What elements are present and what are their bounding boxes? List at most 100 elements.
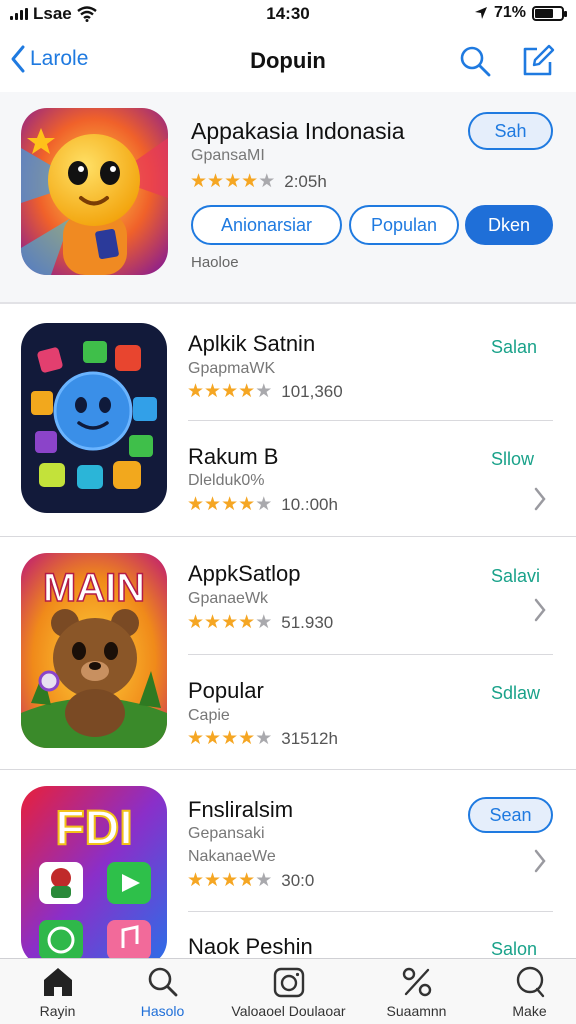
- app-action-link[interactable]: Salavi: [491, 566, 540, 587]
- star-icon: ★: [204, 870, 222, 891]
- battery-percent: 71%: [493, 4, 526, 21]
- app-name: Fnsliralsim: [188, 797, 294, 822]
- star-icon: ★: [224, 171, 242, 192]
- app-icon-aplkik-satnin[interactable]: [21, 323, 167, 513]
- star-icon: ★: [207, 171, 225, 192]
- blue-mascot-icon: [21, 323, 167, 513]
- search-icon: [460, 46, 491, 77]
- app-name: Popular: [188, 678, 264, 703]
- tab-valoaoel-doulaoar[interactable]: Valoaoel Doulaoar: [231, 959, 346, 1024]
- app-rating: ★★★★★ 30:0: [187, 871, 314, 890]
- camera-icon: [273, 967, 305, 998]
- search-button[interactable]: [458, 44, 492, 78]
- star-icon: ★: [241, 171, 259, 192]
- compose-icon: [523, 44, 555, 76]
- star-icon: ★: [187, 870, 205, 891]
- star-icon: ★: [238, 381, 256, 402]
- app-subtitle: GpanaeWk: [188, 590, 269, 607]
- star-icon: ★: [258, 171, 276, 192]
- app-subtitle-secondary: NakanaeWe: [188, 848, 276, 865]
- star-icon: ★: [255, 728, 273, 749]
- app-action-link[interactable]: Salon: [491, 939, 537, 960]
- app-rating-count: 10.:00h: [281, 495, 338, 514]
- app-get-button[interactable]: Sean: [468, 797, 553, 833]
- featured-app-icon[interactable]: [21, 108, 168, 275]
- app-action-link[interactable]: Sllow: [491, 449, 534, 470]
- app-name: AppkSatlop: [188, 561, 301, 586]
- tab-bar: Rayin Hasolo Valoaoel Doulaoar Suaamnn M…: [0, 958, 576, 1024]
- star-icon: ★: [238, 870, 256, 891]
- tab-make[interactable]: Make: [472, 959, 576, 1024]
- section-divider: [0, 769, 576, 770]
- star-rating-icons: ★★★★★: [190, 172, 275, 191]
- back-label: Larole: [30, 47, 89, 70]
- app-icon-wordmark: MAIN: [43, 566, 145, 610]
- smiley-mascot-icon: [21, 108, 168, 275]
- star-icon: ★: [187, 381, 205, 402]
- app-subtitle: Gepansaki: [188, 825, 265, 842]
- section-divider: [0, 536, 576, 537]
- star-icon: ★: [255, 870, 273, 891]
- star-icon: ★: [238, 612, 256, 633]
- tab-suaamnn[interactable]: Suaamnn: [359, 959, 474, 1024]
- app-icon-appksatlop[interactable]: MAIN: [21, 553, 167, 748]
- chip-dken[interactable]: Dken: [465, 205, 553, 245]
- featured-get-button[interactable]: Sah: [468, 112, 553, 150]
- app-name: Rakum B: [188, 444, 279, 469]
- tab-hasolo[interactable]: Hasolo: [105, 959, 220, 1024]
- chip-anionarsiar[interactable]: Anionarsiar: [191, 205, 342, 245]
- star-icon: ★: [187, 612, 205, 633]
- app-action-link[interactable]: Salan: [491, 337, 537, 358]
- battery-fill: [535, 8, 553, 18]
- star-icon: ★: [238, 728, 256, 749]
- star-icon: ★: [238, 494, 256, 515]
- star-rating-icons: ★★★★★: [187, 613, 272, 632]
- row-divider: [188, 654, 553, 655]
- chevron-right-icon[interactable]: [533, 486, 547, 512]
- status-right: 71%: [474, 4, 567, 22]
- tab-label: Rayin: [39, 1003, 76, 1019]
- star-icon: ★: [255, 612, 273, 633]
- star-icon: ★: [255, 381, 273, 402]
- row-divider: [188, 911, 553, 912]
- featured-note: Haoloe: [191, 254, 239, 271]
- media-apps-icon: FDI: [21, 786, 167, 966]
- chevron-right-icon[interactable]: [533, 597, 547, 623]
- percent-icon: [402, 967, 432, 997]
- app-rating: ★★★★★ 31512h: [187, 729, 338, 748]
- star-icon: ★: [221, 612, 239, 633]
- app-icon-fnsliralsim[interactable]: FDI: [21, 786, 167, 966]
- star-icon: ★: [204, 381, 222, 402]
- app-icon-wordmark: FDI: [55, 802, 132, 855]
- row-divider: [188, 420, 553, 421]
- star-rating-icons: ★★★★★: [187, 495, 272, 514]
- tab-rayin[interactable]: Rayin: [0, 959, 115, 1024]
- home-icon: [44, 968, 72, 996]
- star-icon: ★: [190, 171, 208, 192]
- search-icon: [148, 967, 178, 997]
- app-rating: ★★★★★ 101,360: [187, 382, 343, 401]
- bear-mascot-icon: MAIN: [21, 553, 167, 748]
- app-name: Aplkik Satnin: [188, 331, 316, 356]
- featured-app-name: Appakasia Indonasia: [191, 118, 405, 144]
- app-name: Naok Peshin: [188, 934, 313, 959]
- star-icon: ★: [221, 870, 239, 891]
- back-button[interactable]: Larole: [10, 44, 88, 74]
- star-rating-icons: ★★★★★: [187, 729, 272, 748]
- tab-label: Make: [512, 1003, 547, 1019]
- app-subtitle: Dlelduk0%: [188, 472, 265, 489]
- app-action-link[interactable]: Sdlaw: [491, 683, 540, 704]
- star-icon: ★: [255, 494, 273, 515]
- chip-populan[interactable]: Populan: [349, 205, 459, 245]
- app-rating-count: 101,360: [281, 382, 343, 401]
- chevron-right-icon[interactable]: [533, 848, 547, 874]
- star-icon: ★: [204, 612, 222, 633]
- tab-label: Valoaoel Doulaoar: [231, 1003, 346, 1019]
- chevron-left-icon: [11, 45, 25, 73]
- app-rating: ★★★★★ 10.:00h: [187, 495, 338, 514]
- app-rating-count: 30:0: [281, 871, 315, 890]
- compose-button[interactable]: [521, 44, 555, 78]
- star-icon: ★: [221, 381, 239, 402]
- featured-rating-count: 2:05h: [284, 172, 327, 191]
- star-icon: ★: [187, 494, 205, 515]
